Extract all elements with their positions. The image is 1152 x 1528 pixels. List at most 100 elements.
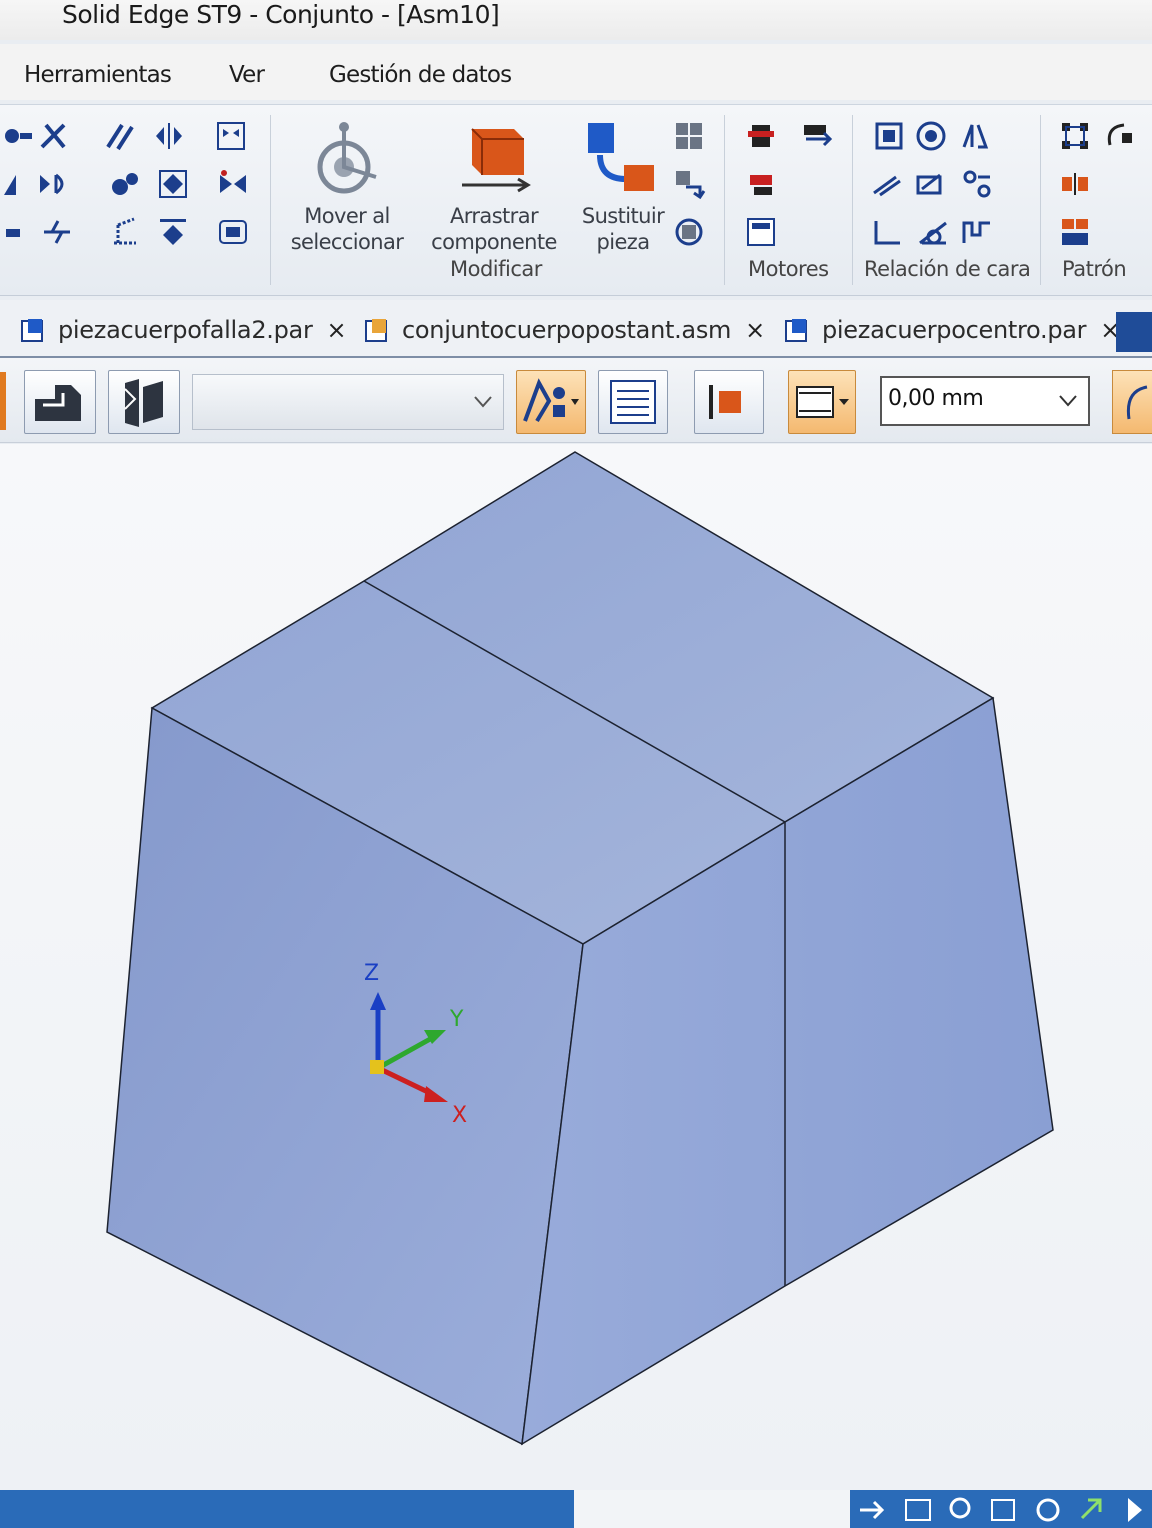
status-prompt-area	[574, 1490, 850, 1528]
group-modificar: Modificar	[450, 257, 542, 281]
options-icon[interactable]	[516, 370, 586, 434]
connect-icon[interactable]	[40, 215, 74, 249]
axial-align-icon[interactable]	[36, 167, 70, 201]
drag-component-line1: Arrastrar	[449, 204, 539, 228]
flash-fit-icon[interactable]	[156, 215, 190, 249]
center-plane-icon[interactable]	[152, 119, 186, 153]
ribbon-separator	[1040, 115, 1041, 285]
triad-y-label: Y	[449, 1007, 464, 1032]
motor-table-icon[interactable]	[744, 215, 778, 249]
pattern-rect-icon[interactable]	[1058, 119, 1092, 153]
triad-z-label: Z	[364, 961, 379, 986]
close-icon[interactable]: ×	[327, 316, 347, 344]
path-icon[interactable]	[216, 215, 250, 249]
move-to-select-icon[interactable]	[306, 119, 386, 199]
view-tools[interactable]	[852, 1490, 1152, 1528]
status-bar	[0, 1490, 1152, 1528]
face-square-icon[interactable]	[872, 119, 906, 153]
insert-icon[interactable]	[156, 167, 190, 201]
part-file-icon	[21, 319, 43, 342]
menu-gestion-datos[interactable]: Gestión de datos	[329, 62, 512, 88]
drag-component-line2: componente	[431, 230, 557, 254]
coplanar-icon[interactable]	[960, 167, 994, 201]
menu-ver[interactable]: Ver	[229, 62, 265, 88]
doc-tab-piezacuerpocentro[interactable]: piezacuerpocentro.par ×	[784, 308, 1120, 352]
offset-type-icon[interactable]	[788, 370, 856, 434]
planar-align-icon[interactable]	[0, 167, 34, 201]
pan-icon	[1080, 1498, 1102, 1520]
face-plane-icon[interactable]	[694, 370, 764, 434]
part-file-icon	[785, 319, 807, 342]
gear-relate-icon[interactable]	[108, 167, 142, 201]
transfer-icon[interactable]	[672, 167, 706, 201]
document-tabs: piezacuerpofalla2.par × conjuntocuerpopo…	[0, 300, 1152, 358]
offset-input[interactable]: 0,00 mm	[880, 376, 1090, 426]
drag-component-label: Arrastrar componente	[414, 203, 574, 255]
offset-input-value: 0,00 mm	[888, 386, 984, 411]
motor-linear-icon[interactable]	[744, 167, 778, 201]
selection-dropdown[interactable]	[192, 374, 504, 430]
triad-x-label: X	[452, 1103, 467, 1128]
chevron-down-icon	[1059, 395, 1077, 407]
command-bar: 0,00 mm	[0, 358, 1152, 443]
doc-tab-label: piezacuerpocentro.par	[822, 316, 1087, 344]
graphics-viewport[interactable]: Z Y X	[0, 444, 1152, 1494]
move-to-select-label: Mover al seleccionar	[282, 203, 412, 255]
ribbon-separator	[270, 115, 271, 285]
parallel-face-icon[interactable]	[870, 167, 904, 201]
replace-part-label: Sustituir pieza	[568, 203, 678, 255]
doc-tab-label: piezacuerpofalla2.par	[58, 316, 313, 344]
list-icon[interactable]	[598, 370, 668, 434]
replace-part-icon[interactable]	[580, 119, 660, 199]
angle-face-icon[interactable]	[916, 215, 950, 249]
pattern-circ-icon[interactable]	[1102, 119, 1136, 153]
concentric-icon[interactable]	[914, 119, 948, 153]
simulate-motor-icon[interactable]	[800, 119, 834, 153]
title-bar: Solid Edge ST9 - Conjunto - [Asm10]	[0, 0, 1152, 40]
doc-tab-conjuntocuerpopostant[interactable]: conjuntocuerpopostant.asm ×	[364, 308, 765, 352]
cam-icon[interactable]	[216, 167, 250, 201]
ribbon: Mover al seleccionar Arrastrar component…	[0, 104, 1152, 296]
pattern-parts-icon[interactable]	[672, 119, 706, 153]
move-to-select-line2: seleccionar	[290, 230, 404, 254]
rigid-icon[interactable]	[914, 167, 948, 201]
assembly-model[interactable]: Z Y X	[0, 444, 1152, 1494]
match-coord-icon[interactable]	[214, 119, 248, 153]
ribbon-separator	[852, 115, 853, 285]
rotate-option-icon[interactable]	[1112, 370, 1152, 434]
ground-icon[interactable]	[108, 215, 142, 249]
group-motores: Motores	[748, 257, 829, 281]
drag-component-icon[interactable]	[458, 119, 538, 199]
rotate-icon	[1036, 1498, 1060, 1522]
tangent-icon[interactable]	[0, 215, 34, 249]
mirror-icon[interactable]	[1058, 167, 1092, 201]
relate-icon[interactable]	[0, 119, 34, 153]
pattern-along-icon[interactable]	[1058, 215, 1092, 249]
arrow-icon	[860, 1500, 885, 1520]
angle-relate-icon[interactable]	[36, 119, 70, 153]
perpendicular-icon[interactable]	[870, 215, 904, 249]
fit-icon	[905, 1499, 931, 1521]
close-icon[interactable]: ×	[745, 316, 765, 344]
select-icon[interactable]	[108, 370, 180, 434]
motor-rotational-icon[interactable]	[744, 119, 778, 153]
menu-herramientas[interactable]: Herramientas	[24, 62, 172, 88]
group-relacion-cara: Relación de cara	[864, 257, 1031, 281]
chevron-down-icon	[474, 396, 492, 408]
window-icon	[991, 1499, 1015, 1521]
replace-part-line2: pieza	[596, 230, 651, 254]
parallel-icon[interactable]	[104, 119, 138, 153]
menu-bar: Herramientas Ver Gestión de datos	[0, 44, 1152, 100]
view-icon	[1128, 1498, 1142, 1522]
group-patron: Patrón	[1062, 257, 1127, 281]
zoom-icon	[949, 1497, 971, 1519]
active-tab-indicator[interactable]	[1116, 312, 1152, 352]
replace-part-line1: Sustituir	[581, 204, 665, 228]
ribbon-separator	[724, 115, 725, 285]
doc-tab-piezacuerpofalla2[interactable]: piezacuerpofalla2.par ×	[20, 308, 347, 352]
doc-tab-label: conjuntocuerpopostant.asm	[402, 316, 732, 344]
cam-face-icon[interactable]	[960, 215, 994, 249]
disperse-icon[interactable]	[672, 215, 706, 249]
symmetric-icon[interactable]	[958, 119, 992, 153]
accept-icon[interactable]	[24, 370, 96, 434]
